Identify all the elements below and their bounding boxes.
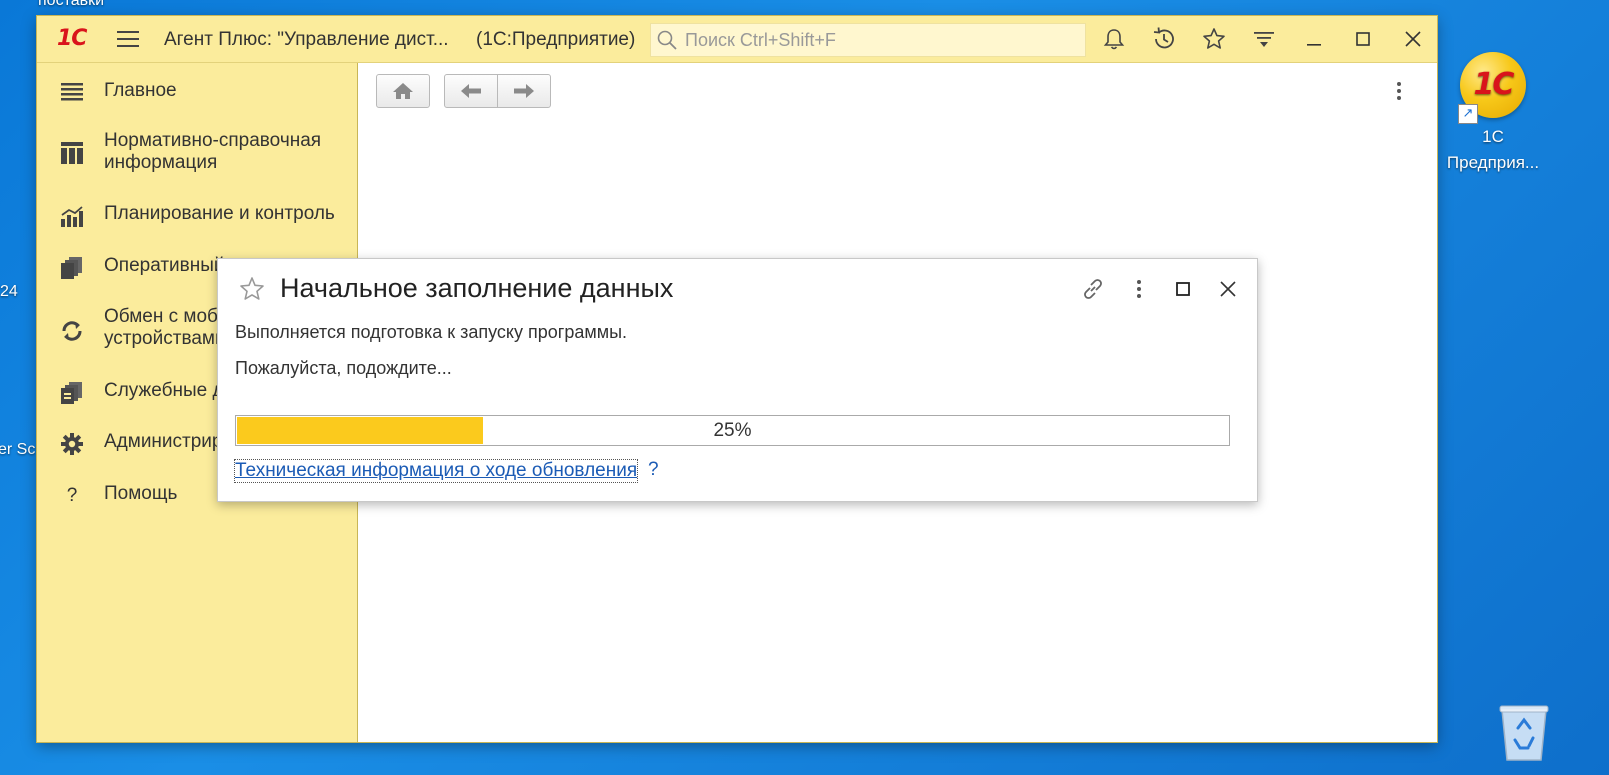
link-icon bbox=[1084, 279, 1102, 299]
service-icon bbox=[59, 380, 85, 406]
kebab-icon bbox=[1137, 280, 1141, 298]
notifications-button[interactable] bbox=[1098, 24, 1130, 54]
dialog-maximize-button[interactable] bbox=[1168, 274, 1198, 304]
close-button[interactable] bbox=[1397, 24, 1429, 54]
home-button[interactable] bbox=[376, 74, 430, 108]
home-icon bbox=[393, 83, 413, 99]
favorite-toggle[interactable] bbox=[238, 275, 266, 303]
status-message: Выполняется подготовка к запуску програм… bbox=[235, 322, 628, 342]
desktop-icon-label-2: Предприя... bbox=[1446, 153, 1540, 172]
back-button[interactable] bbox=[444, 74, 498, 108]
close-icon bbox=[1405, 31, 1421, 47]
desktop-label-left-2: er Sc bbox=[0, 441, 36, 458]
1c-logo-icon: 1С ↗ bbox=[1458, 52, 1526, 124]
filter-icon bbox=[1254, 32, 1274, 47]
help-icon: ? bbox=[66, 485, 78, 506]
sidebar-item-label: Нормативно-справочная информация bbox=[104, 130, 322, 173]
minimize-button[interactable] bbox=[1298, 24, 1330, 54]
history-icon bbox=[1153, 27, 1174, 49]
sidebar-item-label: Планирование и контроль bbox=[104, 203, 335, 224]
1c-logo: 1С bbox=[57, 26, 87, 51]
favorites-button[interactable] bbox=[1198, 24, 1230, 54]
dialog-title: Начальное заполнение данных bbox=[280, 273, 674, 303]
sync-icon bbox=[59, 318, 85, 344]
arrow-right-icon bbox=[514, 84, 534, 98]
chart-icon bbox=[59, 203, 85, 229]
minimize-icon bbox=[1307, 44, 1321, 46]
window-title-suffix: (1С:Предприятие) bbox=[476, 29, 636, 50]
forward-button[interactable] bbox=[497, 74, 551, 108]
desktop-icon-1c[interactable]: 1С ↗ 1С Предприя... bbox=[1438, 52, 1548, 176]
menu-icon[interactable] bbox=[117, 29, 139, 49]
initial-fill-dialog: Начальное заполнение данных Выполняется … bbox=[217, 258, 1258, 502]
sidebar-item-main[interactable]: Главное bbox=[37, 78, 357, 108]
wait-message: Пожалуйста, подождите... bbox=[235, 358, 452, 378]
dialog-more-button[interactable] bbox=[1124, 274, 1154, 304]
copy-link-button[interactable] bbox=[1078, 274, 1108, 304]
sidebar-item-reference[interactable]: Нормативно-справочная информация bbox=[37, 130, 357, 178]
documents-icon bbox=[59, 255, 85, 281]
search-box[interactable] bbox=[650, 23, 1086, 57]
tech-info-link[interactable]: Техническая информация о ходе обновления bbox=[233, 459, 639, 483]
desktop-label-top: поставки bbox=[38, 0, 105, 9]
desktop-icon-label-1: 1С bbox=[1482, 127, 1504, 146]
maximize-button[interactable] bbox=[1347, 24, 1379, 54]
sidebar-item-planning[interactable]: Планирование и контроль bbox=[37, 203, 357, 233]
recycle-bin-icon[interactable] bbox=[1496, 702, 1552, 762]
progress-label: 25% bbox=[713, 420, 752, 441]
star-icon bbox=[1203, 28, 1225, 49]
progress-bar: 25% bbox=[235, 415, 1230, 446]
window-title: Агент Плюс: "Управление дист... bbox=[164, 29, 449, 50]
star-icon bbox=[240, 277, 264, 300]
kebab-icon bbox=[1397, 82, 1401, 100]
bell-icon bbox=[1103, 29, 1125, 50]
desktop-label-left-1: 24 bbox=[0, 283, 18, 300]
more-actions-button[interactable] bbox=[1389, 79, 1409, 103]
function-menu-button[interactable] bbox=[1248, 24, 1280, 54]
sidebar-item-label: Главное bbox=[104, 80, 177, 101]
history-button[interactable] bbox=[1148, 24, 1180, 54]
arrow-left-icon bbox=[461, 84, 481, 98]
maximize-icon bbox=[1356, 32, 1370, 46]
grid-icon bbox=[59, 140, 85, 166]
title-bar: 1С Агент Плюс: "Управление дист... (1С:П… bbox=[37, 16, 1437, 63]
list-icon bbox=[59, 79, 85, 105]
maximize-icon bbox=[1176, 282, 1190, 296]
help-button[interactable]: ? bbox=[648, 459, 659, 481]
dialog-close-button[interactable] bbox=[1213, 274, 1243, 304]
search-icon bbox=[657, 30, 677, 50]
close-icon bbox=[1220, 281, 1236, 297]
gear-icon bbox=[59, 431, 85, 457]
shortcut-arrow-icon: ↗ bbox=[1458, 104, 1478, 124]
search-input[interactable] bbox=[683, 28, 1077, 52]
